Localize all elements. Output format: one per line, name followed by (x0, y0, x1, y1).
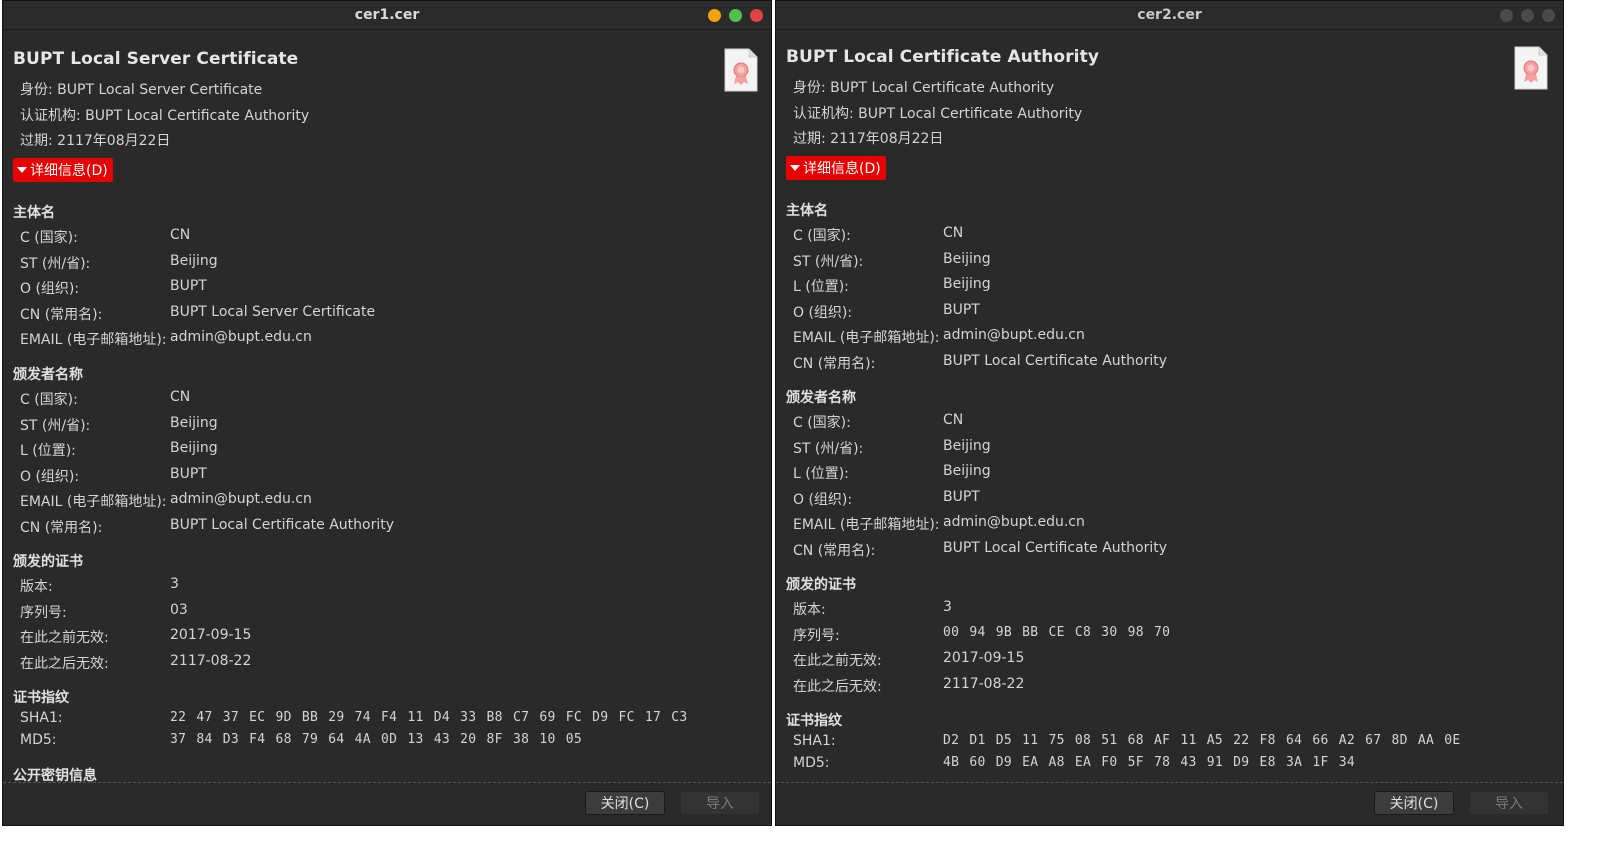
issuer-line: 认证机构: BUPT Local Certificate Authority (20, 108, 310, 124)
expiry-line: 过期: 2117年08月22日 (20, 133, 171, 149)
titlebar[interactable]: cer2.cer (776, 1, 1563, 30)
field-row: EMAIL (电子邮箱地址): admin@bupt.edu.cn (20, 329, 312, 348)
field-row: ST (州/省): Beijing (793, 438, 991, 457)
window-title: cer2.cer (1137, 7, 1202, 23)
field-row: CN (常用名): BUPT Local Certificate Authorit… (793, 353, 1167, 372)
window-title: cer1.cer (354, 7, 420, 23)
field-row: ST (州/省): Beijing (20, 415, 218, 434)
maximize-button[interactable] (729, 9, 742, 22)
field-row: O (组织): BUPT (20, 278, 207, 297)
expiry-line: 过期: 2117年08月22日 (793, 131, 944, 147)
field-row: 序列号: 00 94 9B BB CE C8 30 98 70 (793, 625, 1171, 644)
close-window-button[interactable] (1542, 9, 1555, 22)
section-issuer: 颁发者名称 (786, 390, 856, 406)
field-row: L (位置): Beijing (20, 440, 218, 459)
field-row: 在此之后无效: 2117-08-22 (793, 676, 1025, 695)
field-row: O (组织): BUPT (793, 489, 980, 508)
field-row: ST (州/省): Beijing (793, 251, 991, 270)
field-row: EMAIL (电子邮箱地址): admin@bupt.edu.cn (20, 491, 312, 510)
issuer-line: 认证机构: BUPT Local Certificate Authority (793, 106, 1083, 122)
field-row: SHA1: 22 47 37 EC 9D BB 29 74 F4 11 D4 33… (20, 710, 688, 726)
details-label: 详细信息(D) (803, 161, 881, 177)
minimize-button[interactable] (1500, 9, 1513, 22)
section-public-key: 公开密钥信息 (13, 768, 97, 783)
section-fingerprints: 证书指纹 (786, 713, 842, 729)
field-row: 版本: 3 (20, 576, 179, 595)
close-window-button[interactable] (750, 9, 763, 22)
field-row: O (组织): BUPT (793, 302, 980, 321)
field-row: C (国家): CN (20, 227, 191, 246)
certificate-title: BUPT Local Certificate Authority (786, 47, 1100, 67)
field-row: 在此之后无效: 2117-08-22 (20, 653, 252, 672)
certificate-window-cer1: cer1.cer BUPT Local Server Certificate 身… (2, 0, 772, 826)
field-row: C (国家): CN (793, 225, 964, 244)
field-row: 序列号: 03 (20, 602, 188, 621)
field-row: MD5: 37 84 D3 F4 68 79 64 4A 0D 13 43 20 … (20, 732, 582, 748)
field-row: ST (州/省): Beijing (20, 253, 218, 272)
identity-line: 身份: BUPT Local Server Certificate (20, 82, 263, 98)
field-row: CN (常用名): BUPT Local Server Certificate (20, 304, 376, 323)
section-issuer: 颁发者名称 (13, 367, 83, 383)
field-row: C (国家): CN (793, 412, 964, 431)
dialog-footer: 关闭(C) 导入 (3, 782, 771, 825)
field-row: CN (常用名): BUPT Local Certificate Authorit… (793, 540, 1167, 559)
field-row: MD5: 4B 60 D9 EA A8 EA F0 5F 78 43 91 D9 … (793, 755, 1355, 771)
field-row: 在此之前无效: 2017-09-15 (20, 627, 252, 646)
certificate-title: BUPT Local Server Certificate (13, 49, 299, 69)
minimize-button[interactable] (708, 9, 721, 22)
field-row: O (组织): BUPT (20, 466, 207, 485)
section-subject: 主体名 (13, 205, 55, 221)
certificate-window-cer2: cer2.cer BUPT Local Certificate Authorit… (775, 0, 1564, 826)
certificate-content: BUPT Local Server Certificate 身份: BUPT L… (3, 30, 771, 783)
field-row: EMAIL (电子邮箱地址): admin@bupt.edu.cn (793, 327, 1085, 346)
import-button[interactable]: 导入 (1469, 791, 1549, 815)
field-row: 版本: 3 (793, 599, 952, 618)
identity-line: 身份: BUPT Local Certificate Authority (793, 80, 1055, 96)
import-button[interactable]: 导入 (680, 791, 760, 815)
details-expander[interactable]: 详细信息(D) (13, 158, 113, 182)
section-issued-cert: 颁发的证书 (13, 554, 83, 570)
titlebar[interactable]: cer1.cer (3, 1, 771, 30)
field-row: L (位置): Beijing (793, 276, 991, 295)
section-issued-cert: 颁发的证书 (786, 577, 856, 593)
section-fingerprints: 证书指纹 (13, 690, 69, 706)
certificate-icon (724, 48, 758, 92)
maximize-button[interactable] (1521, 9, 1534, 22)
certificate-icon (1514, 46, 1548, 90)
certificate-content: BUPT Local Certificate Authority 身份: BUP… (776, 28, 1563, 783)
field-row: C (国家): CN (20, 389, 191, 408)
field-row: 在此之前无效: 2017-09-15 (793, 650, 1025, 669)
close-button[interactable]: 关闭(C) (1374, 791, 1454, 815)
section-subject: 主体名 (786, 203, 828, 219)
expander-arrow-icon (17, 167, 27, 173)
details-expander[interactable]: 详细信息(D) (786, 156, 886, 180)
field-row: SHA1: D2 D1 D5 11 75 08 51 68 AF 11 A5 22… (793, 733, 1461, 749)
close-button[interactable]: 关闭(C) (585, 791, 665, 815)
dialog-footer: 关闭(C) 导入 (776, 782, 1563, 825)
expander-arrow-icon (790, 165, 800, 171)
field-row: L (位置): Beijing (793, 463, 991, 482)
details-label: 详细信息(D) (30, 163, 108, 179)
field-row: EMAIL (电子邮箱地址): admin@bupt.edu.cn (793, 514, 1085, 533)
field-row: CN (常用名): BUPT Local Certificate Authorit… (20, 517, 394, 536)
